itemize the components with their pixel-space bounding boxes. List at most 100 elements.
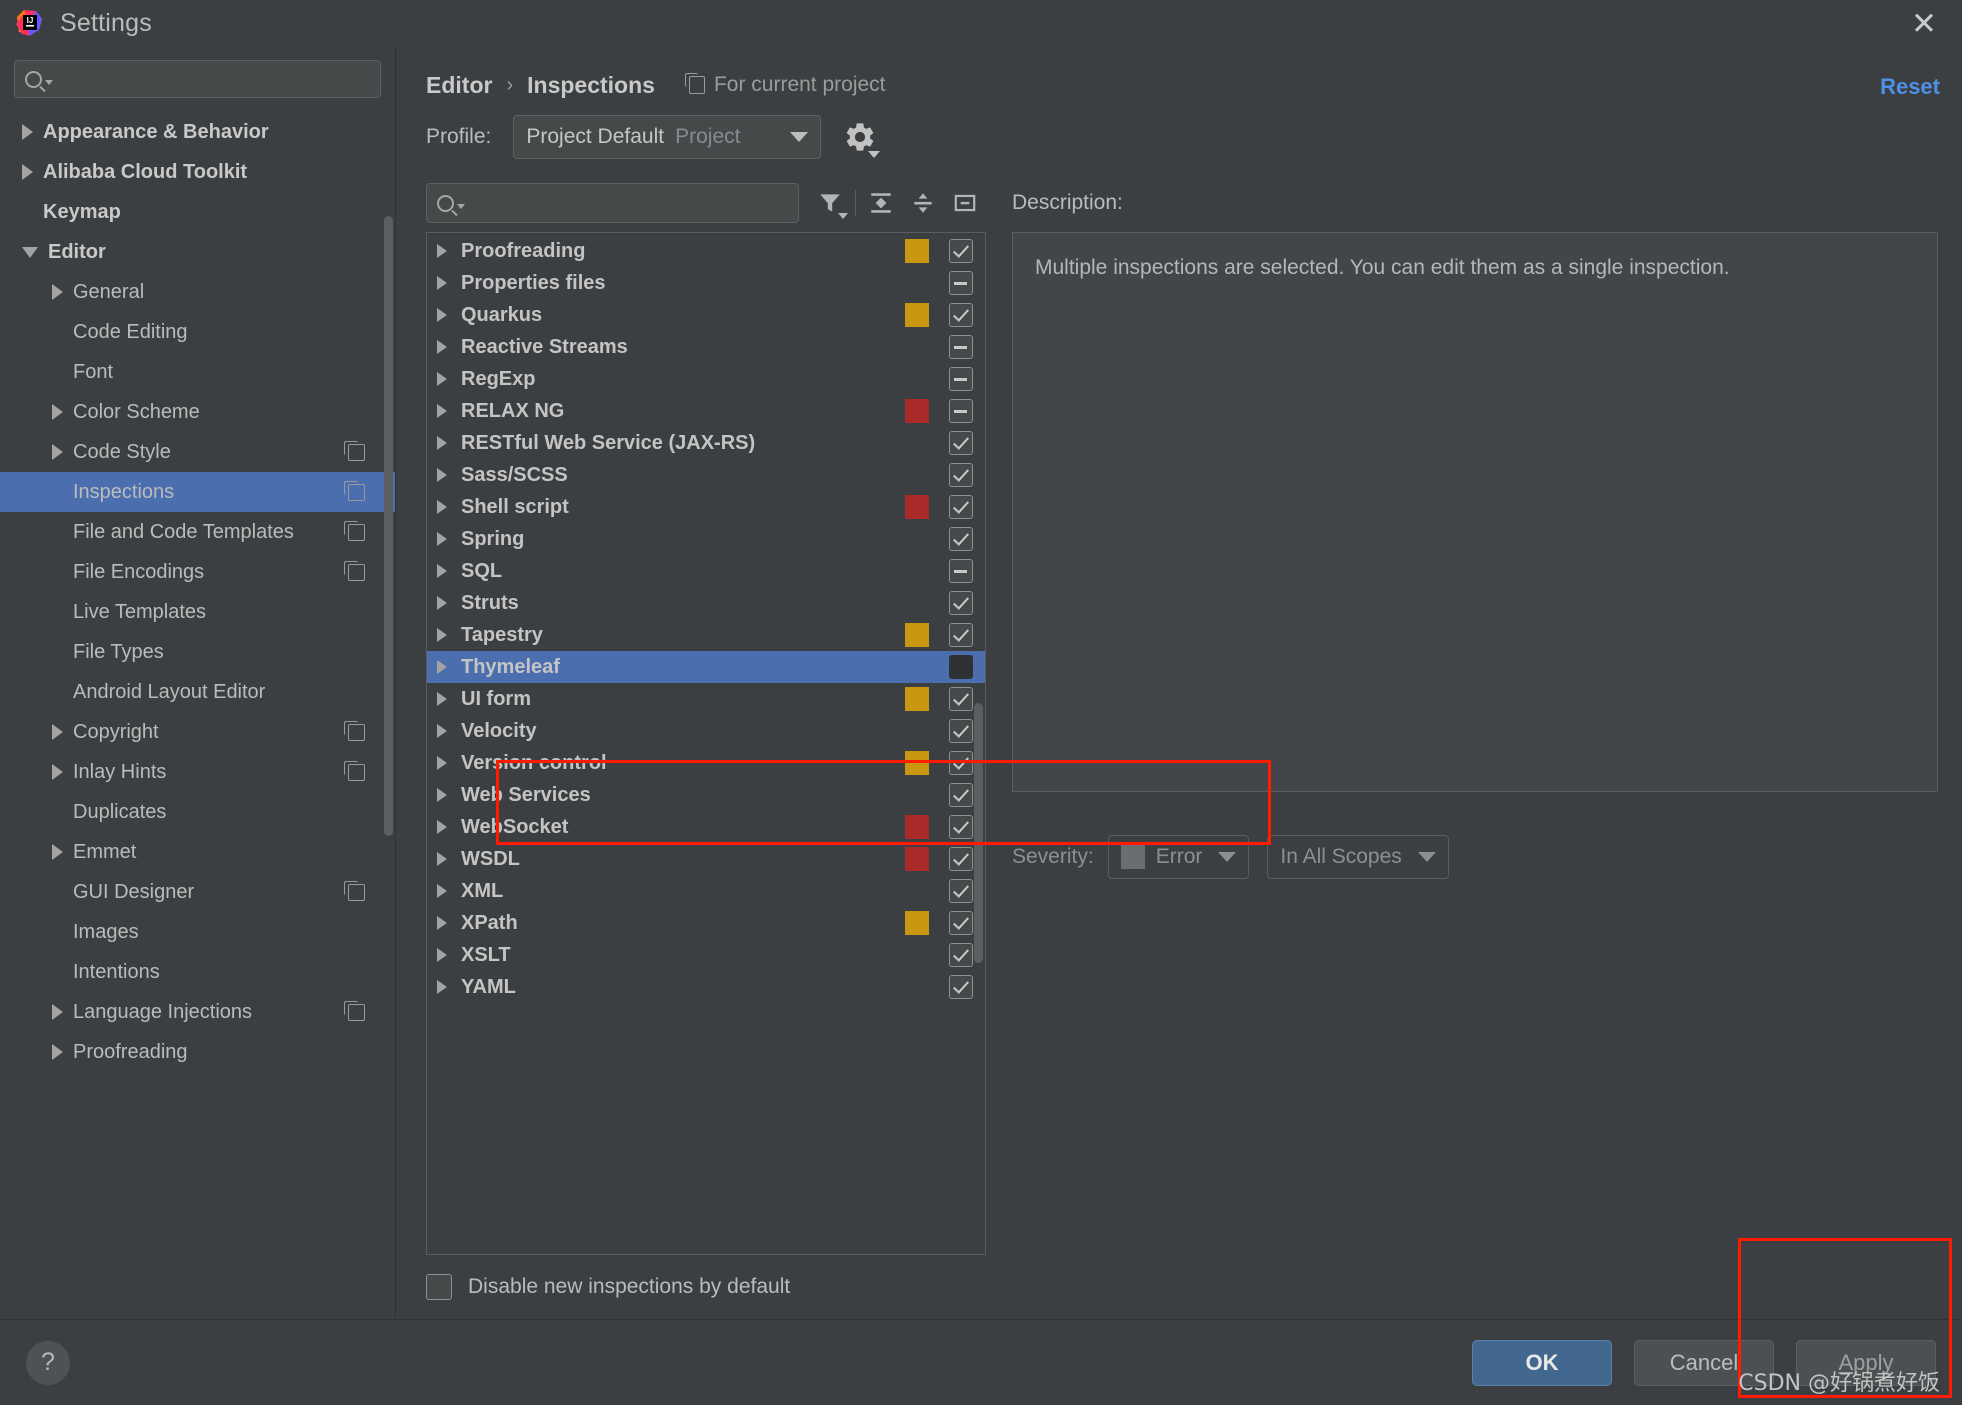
chevron-right-icon[interactable] <box>437 820 447 834</box>
chevron-right-icon[interactable] <box>437 660 447 674</box>
chevron-right-icon[interactable] <box>437 916 447 930</box>
inspection-row[interactable]: Tapestry <box>427 619 985 651</box>
inspection-checkbox[interactable] <box>949 303 973 327</box>
inspection-checkbox[interactable] <box>949 975 973 999</box>
chevron-right-icon[interactable] <box>52 1004 63 1020</box>
copy-settings-icon[interactable] <box>348 564 365 581</box>
inspection-checkbox[interactable] <box>949 783 973 807</box>
chevron-right-icon[interactable] <box>437 756 447 770</box>
sidebar-item-code-style[interactable]: Code Style <box>0 432 395 472</box>
sidebar-item-code-editing[interactable]: Code Editing <box>0 312 395 352</box>
inspection-row[interactable]: XML <box>427 875 985 907</box>
inspection-row[interactable]: UI form <box>427 683 985 715</box>
inspection-checkbox[interactable] <box>949 719 973 743</box>
chevron-right-icon[interactable] <box>437 788 447 802</box>
inspections-list[interactable]: ProofreadingProperties filesQuarkusReact… <box>426 232 986 1255</box>
severity-level-select[interactable]: Error <box>1108 835 1250 879</box>
chevron-right-icon[interactable] <box>437 724 447 738</box>
chevron-right-icon[interactable] <box>437 948 447 962</box>
copy-settings-icon[interactable] <box>348 724 365 741</box>
inspection-checkbox[interactable] <box>949 463 973 487</box>
sidebar-item-keymap[interactable]: Keymap <box>0 192 395 232</box>
expand-all-icon[interactable] <box>860 183 902 223</box>
inspection-row[interactable]: Version control <box>427 747 985 779</box>
chevron-right-icon[interactable] <box>437 340 447 354</box>
sidebar-item-live-templates[interactable]: Live Templates <box>0 592 395 632</box>
chevron-right-icon[interactable] <box>437 308 447 322</box>
inspection-row[interactable]: Web Services <box>427 779 985 811</box>
inspection-checkbox[interactable] <box>949 335 973 359</box>
inspection-checkbox[interactable] <box>949 399 973 423</box>
chevron-right-icon[interactable] <box>437 244 447 258</box>
inspection-row[interactable]: Spring <box>427 523 985 555</box>
chevron-right-icon[interactable] <box>52 764 63 780</box>
inspection-checkbox[interactable] <box>949 271 973 295</box>
inspection-row[interactable]: Struts <box>427 587 985 619</box>
chevron-right-icon[interactable] <box>52 724 63 740</box>
inspection-checkbox[interactable] <box>949 751 973 775</box>
copy-settings-icon[interactable] <box>348 884 365 901</box>
inspection-search-input[interactable] <box>465 193 788 213</box>
sidebar-item-file-and-code-templates[interactable]: File and Code Templates <box>0 512 395 552</box>
inspection-row[interactable]: RELAX NG <box>427 395 985 427</box>
inspection-checkbox[interactable] <box>949 559 973 583</box>
inspection-row[interactable]: SQL <box>427 555 985 587</box>
sidebar-item-inlay-hints[interactable]: Inlay Hints <box>0 752 395 792</box>
chevron-right-icon[interactable] <box>437 404 447 418</box>
chevron-right-icon[interactable] <box>22 164 33 180</box>
inspections-scrollbar-thumb[interactable] <box>974 703 983 963</box>
breadcrumb-item-editor[interactable]: Editor <box>426 72 492 99</box>
sidebar-item-inspections[interactable]: Inspections <box>0 472 395 512</box>
settings-tree[interactable]: Appearance & BehaviorAlibaba Cloud Toolk… <box>0 108 395 1319</box>
inspection-row[interactable]: Reactive Streams <box>427 331 985 363</box>
help-button[interactable]: ? <box>26 1341 70 1385</box>
inspection-row[interactable]: Velocity <box>427 715 985 747</box>
chevron-right-icon[interactable] <box>437 692 447 706</box>
inspection-row[interactable]: RegExp <box>427 363 985 395</box>
inspection-checkbox[interactable] <box>949 847 973 871</box>
settings-search-input[interactable] <box>53 69 370 89</box>
close-icon[interactable]: ✕ <box>1904 6 1944 40</box>
chevron-right-icon[interactable] <box>22 124 33 140</box>
chevron-right-icon[interactable] <box>437 532 447 546</box>
inspection-row[interactable]: Properties files <box>427 267 985 299</box>
sidebar-item-appearance-behavior[interactable]: Appearance & Behavior <box>0 112 395 152</box>
chevron-right-icon[interactable] <box>437 628 447 642</box>
chevron-right-icon[interactable] <box>437 468 447 482</box>
sidebar-item-emmet[interactable]: Emmet <box>0 832 395 872</box>
chevron-right-icon[interactable] <box>437 884 447 898</box>
inspection-row[interactable]: WebSocket <box>427 811 985 843</box>
sidebar-item-file-encodings[interactable]: File Encodings <box>0 552 395 592</box>
gear-icon[interactable] <box>843 120 877 154</box>
inspection-row[interactable]: YAML <box>427 971 985 1003</box>
collapse-all-icon[interactable] <box>902 183 944 223</box>
inspection-checkbox[interactable] <box>949 591 973 615</box>
sidebar-item-proofreading[interactable]: Proofreading <box>0 1032 395 1072</box>
chevron-right-icon[interactable] <box>52 284 63 300</box>
chevron-right-icon[interactable] <box>52 844 63 860</box>
sidebar-item-color-scheme[interactable]: Color Scheme <box>0 392 395 432</box>
breadcrumb-item-inspections[interactable]: Inspections <box>527 72 655 99</box>
inspection-checkbox[interactable] <box>949 687 973 711</box>
chevron-right-icon[interactable] <box>437 500 447 514</box>
sidebar-item-duplicates[interactable]: Duplicates <box>0 792 395 832</box>
toggle-panel-icon[interactable] <box>944 183 986 223</box>
inspection-checkbox[interactable] <box>949 911 973 935</box>
copy-settings-icon[interactable] <box>348 484 365 501</box>
reset-link[interactable]: Reset <box>1880 74 1940 100</box>
ok-button[interactable]: OK <box>1472 1340 1612 1386</box>
disable-new-inspections-row[interactable]: Disable new inspections by default <box>426 1255 986 1319</box>
chevron-right-icon[interactable] <box>437 852 447 866</box>
sidebar-item-font[interactable]: Font <box>0 352 395 392</box>
inspection-row[interactable]: WSDL <box>427 843 985 875</box>
sidebar-search-box[interactable] <box>14 60 381 98</box>
sidebar-item-gui-designer[interactable]: GUI Designer <box>0 872 395 912</box>
inspection-row[interactable]: Quarkus <box>427 299 985 331</box>
inspection-row[interactable]: XPath <box>427 907 985 939</box>
chevron-right-icon[interactable] <box>437 276 447 290</box>
chevron-right-icon[interactable] <box>52 1044 63 1060</box>
inspection-checkbox[interactable] <box>949 527 973 551</box>
inspection-checkbox[interactable] <box>949 943 973 967</box>
disable-new-inspections-checkbox[interactable] <box>426 1274 452 1300</box>
copy-settings-icon[interactable] <box>348 764 365 781</box>
